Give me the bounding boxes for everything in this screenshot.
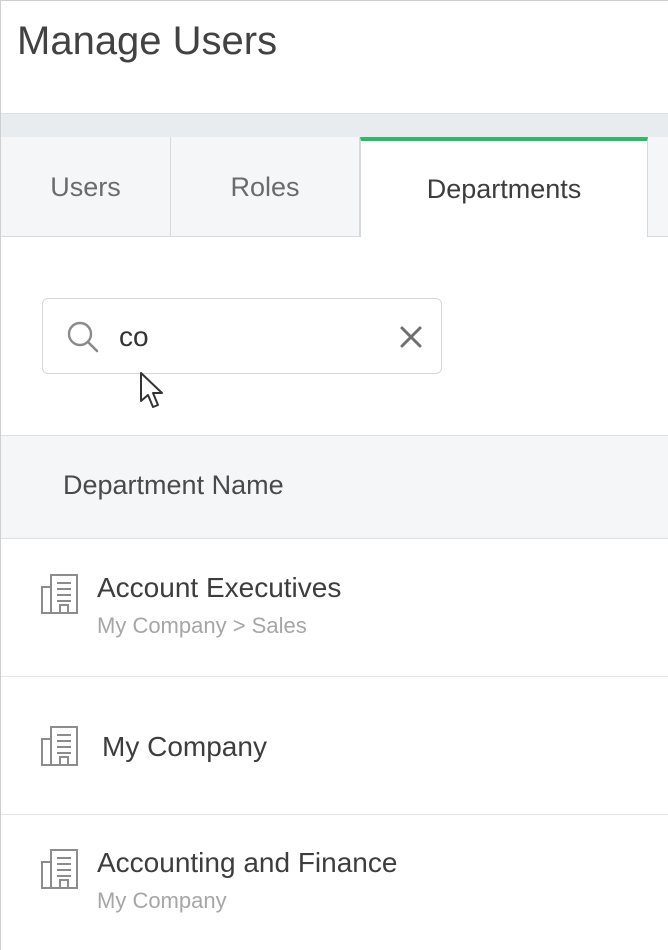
page-title: Manage Users	[17, 19, 278, 63]
building-icon	[41, 726, 78, 766]
close-icon[interactable]	[393, 319, 429, 355]
tab-bar: Users Roles Departments	[1, 137, 668, 238]
building-icon	[41, 574, 78, 614]
table-row[interactable]: Account Executives My Company > Sales	[1, 539, 668, 677]
column-header-department-name[interactable]: Department Name	[63, 470, 284, 501]
department-name: Account Executives	[97, 572, 342, 603]
department-name: Accounting and Finance	[97, 847, 398, 878]
tab-departments[interactable]: Departments	[360, 137, 648, 238]
title-bar: Manage Users	[1, 1, 668, 113]
table-row[interactable]: Accounting and Finance My Company	[1, 815, 668, 950]
building-icon	[41, 849, 78, 889]
department-name: My Company	[102, 731, 267, 762]
search-input[interactable]	[119, 317, 379, 357]
search-box	[42, 298, 442, 374]
table-header: Department Name	[1, 435, 668, 539]
search-icon	[67, 321, 99, 353]
tab-users[interactable]: Users	[1, 137, 171, 237]
department-path: My Company > Sales	[97, 613, 307, 638]
mouse-pointer-icon	[140, 372, 163, 408]
department-path: My Company	[97, 888, 227, 913]
divider-strip	[1, 113, 668, 137]
departments-panel: Department Name Account Executives My Co…	[1, 237, 668, 950]
manage-users-window: Manage Users Users Roles Departments Dep…	[0, 0, 668, 950]
table-row[interactable]: My Company	[1, 677, 668, 815]
tab-roles[interactable]: Roles	[171, 137, 360, 237]
